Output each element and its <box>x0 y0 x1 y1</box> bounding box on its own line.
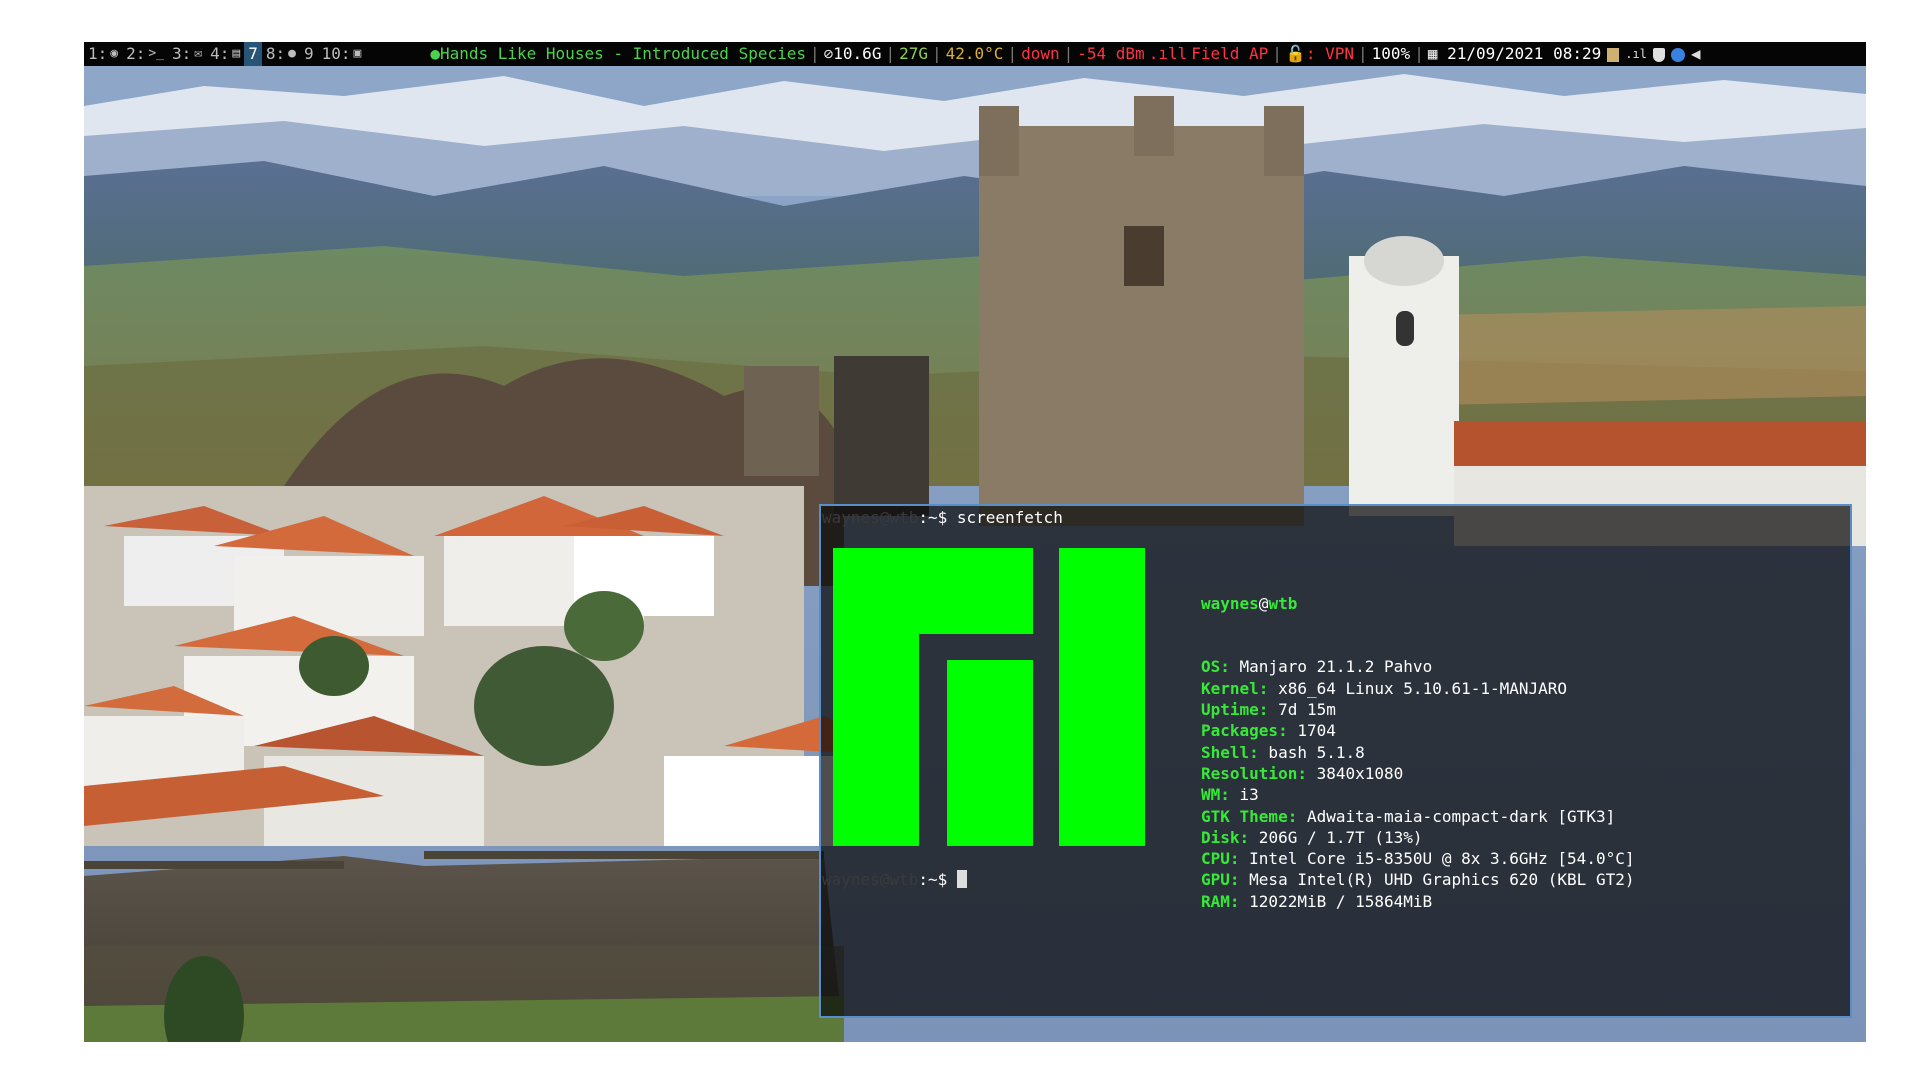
workspace-list: 1: ◉ 2: >_ 3: ✉ 4: ▤ 7 8: ● 9 10: ▣ <box>84 42 365 66</box>
info-label: GPU: <box>1201 870 1240 890</box>
wifi-signal: -54 dBm <box>1077 44 1145 63</box>
memory-usage: 10.6G <box>833 44 882 63</box>
desktop: 1: ◉ 2: >_ 3: ✉ 4: ▤ 7 8: ● 9 10: ▣ ● Hands Like Hous… <box>84 42 1866 1042</box>
prompt-suffix-2: :~$ <box>918 870 957 889</box>
mail-icon: ✉ <box>194 46 203 61</box>
workspace-2[interactable]: 2: >_ <box>122 42 168 66</box>
workspace-3[interactable]: 3: ✉ <box>168 42 206 66</box>
info-value: 3840x1080 <box>1306 763 1404 783</box>
info-row: Uptime: 7d 15m <box>1201 699 1634 720</box>
clock: 21/09/2021 08:29 <box>1447 44 1602 63</box>
info-label: Packages: <box>1201 721 1288 741</box>
info-label: GTK Theme: <box>1201 806 1298 826</box>
spotify-icon: ● <box>288 46 296 61</box>
prompt-user: waynes@wtb <box>822 508 919 527</box>
tray-network-icon[interactable]: .ıl <box>1625 42 1647 66</box>
workspace-6[interactable]: 8: ● <box>262 42 300 66</box>
info-value: 206G / 1.7T (13%) <box>1249 827 1423 847</box>
lock-icon: 🔓 <box>1285 44 1306 63</box>
info-label: Resolution: <box>1201 763 1307 783</box>
window-icon: ▣ <box>353 46 362 61</box>
command-text: screenfetch <box>956 508 1063 527</box>
info-row: Packages: 1704 <box>1201 720 1634 741</box>
info-value: 7d 15m <box>1268 700 1336 720</box>
info-value: 12022MiB / 15864MiB <box>1239 891 1433 911</box>
tray-chat-icon[interactable] <box>1670 47 1685 62</box>
info-row: Shell: bash 5.1.8 <box>1201 742 1634 763</box>
github-icon: ◉ <box>110 46 119 61</box>
workspace-label: 7 <box>248 44 258 63</box>
workspace-label: 3: <box>172 44 192 63</box>
workspace-7[interactable]: 9 <box>300 42 318 66</box>
info-label: OS: <box>1201 657 1230 677</box>
memory-icon: ⊘ <box>823 44 834 63</box>
info-value: bash 5.1.8 <box>1258 742 1365 762</box>
info-row: GTK Theme: Adwaita-maia-compact-dark [GT… <box>1201 806 1634 827</box>
logo-block <box>1059 548 1145 846</box>
workspace-label: 1: <box>88 44 108 63</box>
prompt-line[interactable]: waynes@wtb:~$ <box>822 870 967 890</box>
info-row: RAM: 12022MiB / 15864MiB <box>1201 891 1634 912</box>
vpn-status: : VPN <box>1305 44 1355 63</box>
info-label: Kernel: <box>1201 678 1269 698</box>
ethernet-status: down <box>1021 44 1060 63</box>
tray-files-icon[interactable] <box>1607 47 1620 62</box>
workspace-label: 9 <box>303 44 314 63</box>
text-cursor <box>956 870 967 888</box>
info-value: Manjaro 21.1.2 Pahvo <box>1229 657 1433 677</box>
workspace-5[interactable]: 7 <box>244 42 262 66</box>
workspace-8[interactable]: 10: ▣ <box>318 42 366 66</box>
terminal-icon: >_ <box>148 46 165 61</box>
document-icon: ▤ <box>232 46 241 61</box>
system-info: waynes@wtb OS: Manjaro 21.1.2 Pahvo Kerne… <box>1201 550 1634 955</box>
info-value: Adwaita-maia-compact-dark [GTK3] <box>1297 806 1616 826</box>
status-bar: 1: ◉ 2: >_ 3: ✉ 4: ▤ 7 8: ● 9 10: ▣ ● Hands Like Hous… <box>84 42 1866 66</box>
workspace-label: 10: <box>321 44 351 63</box>
cpu-temperature: 42.0°C <box>945 44 1004 63</box>
info-label: CPU: <box>1201 849 1240 869</box>
workspace-label: 8: <box>265 44 286 63</box>
info-row: WM: i3 <box>1201 784 1634 805</box>
info-value: x86_64 Linux 5.10.61-1-MANJARO <box>1268 678 1568 698</box>
info-label: Disk: <box>1201 827 1250 847</box>
music-icon: ● <box>430 44 440 63</box>
workspace-4[interactable]: 4: ▤ <box>206 42 244 66</box>
info-row: Kernel: x86_64 Linux 5.10.61-1-MANJARO <box>1201 678 1634 699</box>
workspace-label: 4: <box>210 44 230 63</box>
info-value: Intel Core i5-8350U @ 8x 3.6GHz [54.0°C] <box>1239 849 1635 869</box>
info-label: Shell: <box>1201 742 1259 762</box>
info-label: Uptime: <box>1201 700 1269 720</box>
tray-shield-icon[interactable] <box>1652 47 1665 62</box>
info-row: GPU: Mesa Intel(R) UHD Graphics 620 (KBL… <box>1201 869 1634 890</box>
prompt-user-2: waynes@wtb <box>822 870 919 889</box>
wifi-network-name: Field AP <box>1191 44 1269 63</box>
info-row: Disk: 206G / 1.7T (13%) <box>1201 827 1634 848</box>
workspace-label: 2: <box>126 44 146 63</box>
command-line: waynes@wtb:~$ screenfetch <box>822 508 1063 528</box>
info-value: 1704 <box>1287 721 1336 741</box>
info-row: OS: Manjaro 21.1.2 Pahvo <box>1201 656 1634 677</box>
info-row: Resolution: 3840x1080 <box>1201 763 1634 784</box>
battery-level: 100% <box>1371 44 1411 63</box>
terminal-window[interactable]: waynes@wtb:~$ screenfetch waynes@wtb OS:… <box>819 504 1852 1018</box>
manjaro-logo <box>833 548 1145 846</box>
info-row: CPU: Intel Core i5-8350U @ 8x 3.6GHz [54… <box>1201 848 1634 869</box>
now-playing[interactable]: Hands Like Houses - Introduced Species <box>440 42 806 66</box>
calendar-icon: ▦ <box>1427 44 1438 63</box>
info-value: Mesa Intel(R) UHD Graphics 620 (KBL GT2) <box>1239 870 1635 890</box>
prompt-suffix: :~$ <box>918 508 957 527</box>
logo-block <box>833 548 919 846</box>
workspace-1[interactable]: 1: ◉ <box>84 42 122 66</box>
info-label: WM: <box>1201 785 1230 805</box>
tray-volume-icon[interactable]: ◀ <box>1691 42 1701 66</box>
disk-usage: 27G <box>899 44 928 63</box>
info-user-host: waynes@wtb <box>1201 593 1298 613</box>
logo-block <box>947 660 1033 846</box>
info-value: i3 <box>1229 785 1259 805</box>
info-label: RAM: <box>1201 891 1240 911</box>
